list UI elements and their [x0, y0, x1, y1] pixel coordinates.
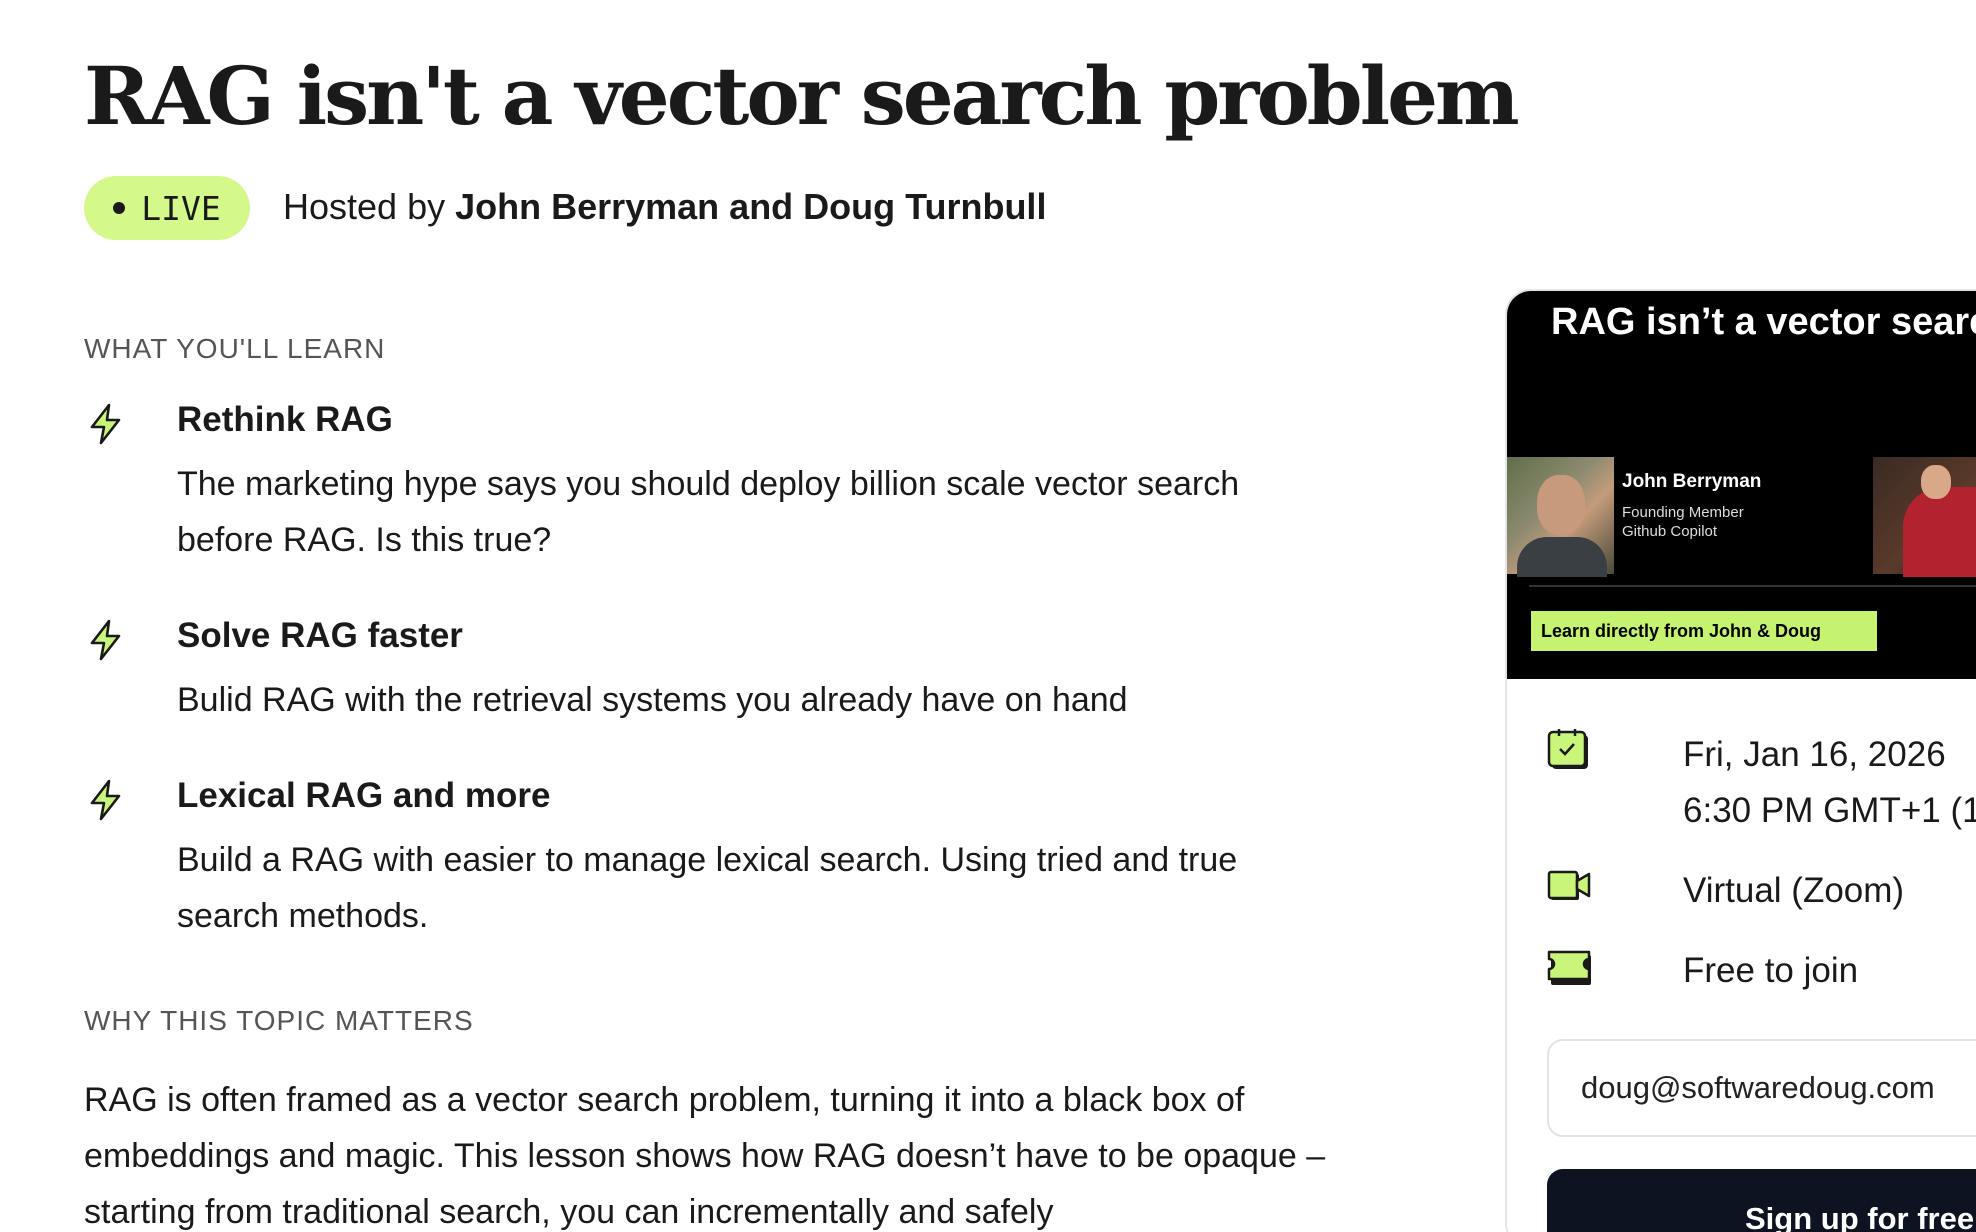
speaker-role-line-2: Github Copilot [1622, 523, 1718, 540]
learn-item-title: Lexical RAG and more [177, 776, 551, 815]
speaker-photo-doug [1873, 457, 1976, 577]
learn-item-description: Bulid RAG with the retrieval systems you… [177, 681, 1128, 719]
promo-title: RAG isn’t a vector search [1551, 301, 1976, 343]
event-signup-card: RAG isn’t a vector search John Berryman … [1505, 289, 1976, 1232]
live-label: LIVE [141, 188, 221, 228]
lightning-bolt-icon [90, 619, 121, 661]
learn-item-title: Solve RAG faster [177, 616, 463, 655]
event-date-text: Fri, Jan 16, 2026 [1683, 735, 1946, 774]
event-location: Virtual (Zoom) [1683, 871, 1905, 910]
learn-item-description: Build a RAG with easier to manage lexica… [177, 841, 1238, 935]
speaker-role: Founding Member Github Copilot [1622, 503, 1744, 541]
sign-up-button[interactable]: Sign up for free [1547, 1169, 1976, 1232]
speaker-role-line-1: Founding Member [1622, 504, 1744, 521]
event-price: Free to join [1683, 951, 1859, 990]
learn-item-description: The marketing hype says you should deplo… [177, 465, 1240, 559]
video-camera-icon [1547, 870, 1591, 900]
promo-divider [1529, 585, 1976, 587]
event-time-text: 6:30 PM GMT+1 (1 ho [1683, 791, 1976, 830]
ticket-icon [1547, 950, 1591, 985]
promo-cta-label: Learn directly from John & Doug [1531, 611, 1877, 651]
learn-item-title: Rethink RAG [177, 400, 393, 439]
event-promo-banner: RAG isn’t a vector search John Berryman … [1507, 291, 1976, 679]
why-section-heading: WHY THIS TOPIC MATTERS [84, 1005, 474, 1036]
speaker-photo-john [1507, 457, 1614, 577]
calendar-check-icon [1547, 729, 1588, 769]
page-title: RAG isn't a vector search problem [84, 49, 1520, 143]
host-names[interactable]: John Berryman and Doug Turnbull [455, 186, 1046, 227]
live-badge: LIVE [84, 176, 250, 240]
learn-section-heading: WHAT YOU'LL LEARN [84, 333, 386, 364]
why-description: RAG is often framed as a vector search p… [84, 1081, 1326, 1231]
live-dot-icon [113, 202, 126, 214]
speaker-name: John Berryman [1622, 471, 1762, 492]
lightning-bolt-icon [90, 403, 121, 445]
lightning-bolt-icon [90, 779, 121, 821]
email-field[interactable]: doug@softwaredoug.com [1547, 1039, 1976, 1137]
event-date: Fri, Jan 16, 2026 6:30 PM GMT+1 (1 ho [1683, 727, 1976, 839]
hosted-by-prefix: Hosted by [283, 186, 456, 227]
hosted-by: Hosted by John Berryman and Doug Turnbul… [283, 186, 1046, 228]
